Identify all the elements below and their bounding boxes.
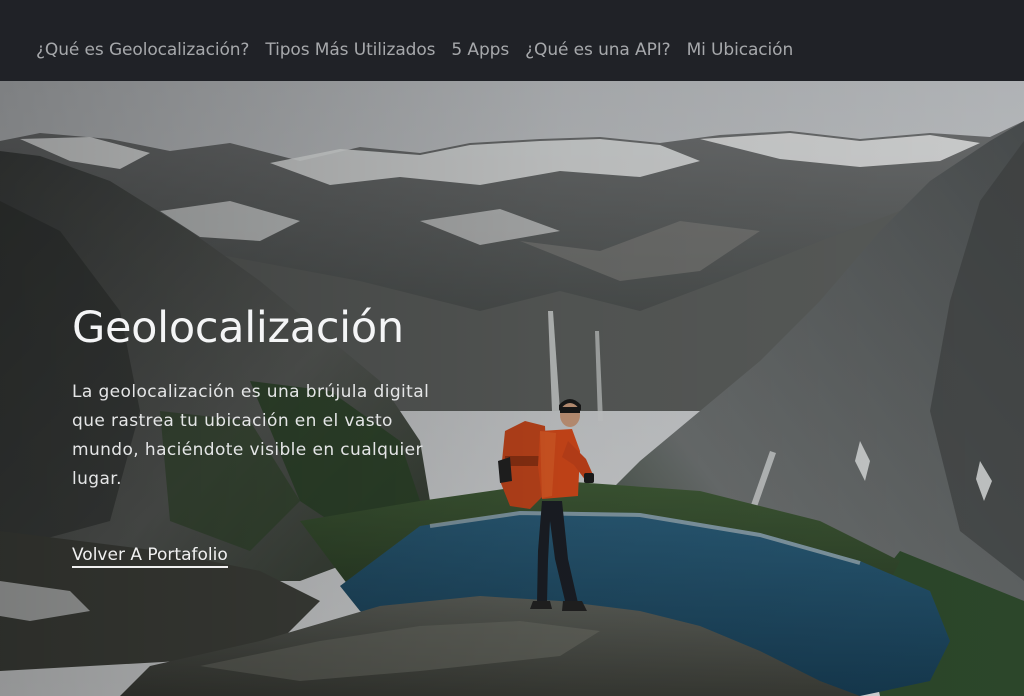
nav-link-5-apps[interactable]: 5 Apps — [451, 40, 509, 60]
nav-link-mi-ubicacion[interactable]: Mi Ubicación — [687, 40, 794, 60]
hero-description: La geolocalización es una brújula digita… — [72, 382, 430, 489]
nav-link-que-es-una-api[interactable]: ¿Qué es una API? — [525, 40, 671, 60]
volver-portafolio-link[interactable]: Volver A Portafolio — [72, 545, 228, 568]
nav-link-que-es-geolocalizacion[interactable]: ¿Qué es Geolocalización? — [36, 40, 249, 60]
hero-section: Geolocalización La geolocalización es un… — [0, 81, 1024, 696]
top-navigation: ¿Qué es Geolocalización? Tipos Más Utili… — [0, 0, 1024, 81]
hero-title: Geolocalización — [72, 303, 404, 353]
nav-link-tipos-mas-utilizados[interactable]: Tipos Más Utilizados — [265, 40, 435, 60]
